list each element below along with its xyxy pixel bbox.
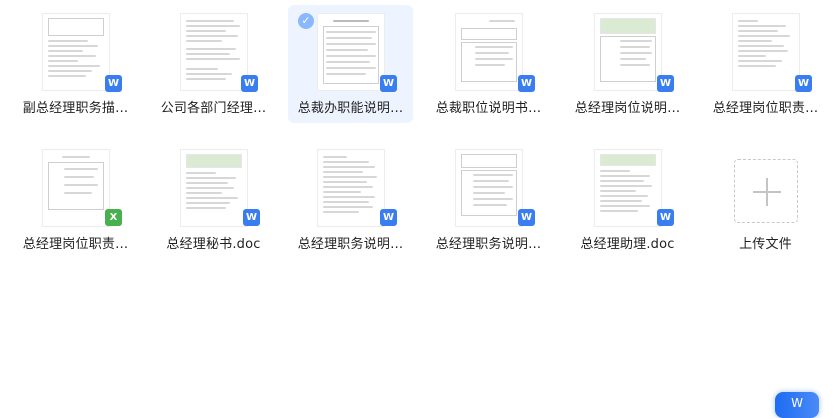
file-grid: W 副总经理职务描… W 公司各部门经理… ✓ W 总裁办职能说明… W 总裁职… [0,0,838,408]
file-thumbnail [594,14,661,90]
file-thumbnail [317,150,384,226]
word-file-icon: W [657,209,674,226]
word-file-icon: W [380,75,397,92]
upload-button[interactable] [734,159,798,223]
word-app-icon[interactable]: W [775,392,819,418]
file-tile[interactable]: W 总经理岗位职责… [703,5,828,123]
upload-tile[interactable]: 上传文件 [703,141,828,259]
file-thumbnail [732,14,799,90]
checkmark-icon[interactable]: ✓ [298,13,314,29]
file-name: 总经理岗位职责… [712,101,819,116]
file-name: 总裁办职能说明… [297,101,404,116]
excel-file-icon: X [105,209,122,226]
file-name: 总经理职务说明… [297,237,404,252]
file-tile[interactable]: W 总裁职位说明书… [426,5,551,123]
file-thumbnail [594,150,661,226]
file-thumbnail [42,14,109,90]
upload-label: 上传文件 [739,237,792,252]
file-name: 总经理岗位说明… [574,101,681,116]
file-tile-selected[interactable]: ✓ W 总裁办职能说明… [288,5,413,123]
word-file-icon: W [657,75,674,92]
file-tile[interactable]: W 总经理职务说明… [288,141,413,259]
file-name: 公司各部门经理… [160,101,267,116]
word-file-icon: W [518,209,535,226]
file-tile[interactable]: W 公司各部门经理… [151,5,276,123]
file-name: 总裁职位说明书… [435,101,542,116]
file-name: 总经理助理.doc [580,237,675,252]
file-tile[interactable]: W 总经理助理.doc [565,141,690,259]
file-tile[interactable]: W 总经理职务说明… [426,141,551,259]
word-file-icon: W [105,75,122,92]
file-thumbnail [42,150,109,226]
file-thumbnail [180,150,247,226]
file-name: 总经理秘书.doc [166,237,261,252]
file-thumbnail [455,14,522,90]
file-thumbnail [317,14,384,90]
file-tile[interactable]: W 副总经理职务描… [13,5,138,123]
word-file-icon: W [518,75,535,92]
word-file-icon: W [243,209,260,226]
word-file-icon: W [241,75,258,92]
file-thumbnail [455,150,522,226]
file-thumbnail [180,14,247,90]
file-tile[interactable]: W 总经理秘书.doc [151,141,276,259]
file-name: 总经理职务说明… [435,237,542,252]
word-file-icon: W [795,75,812,92]
file-name: 副总经理职务描… [22,101,129,116]
file-name: 总经理岗位职责… [22,237,129,252]
word-file-icon: W [380,209,397,226]
file-tile[interactable]: X 总经理岗位职责… [13,141,138,259]
file-tile[interactable]: W 总经理岗位说明… [565,5,690,123]
